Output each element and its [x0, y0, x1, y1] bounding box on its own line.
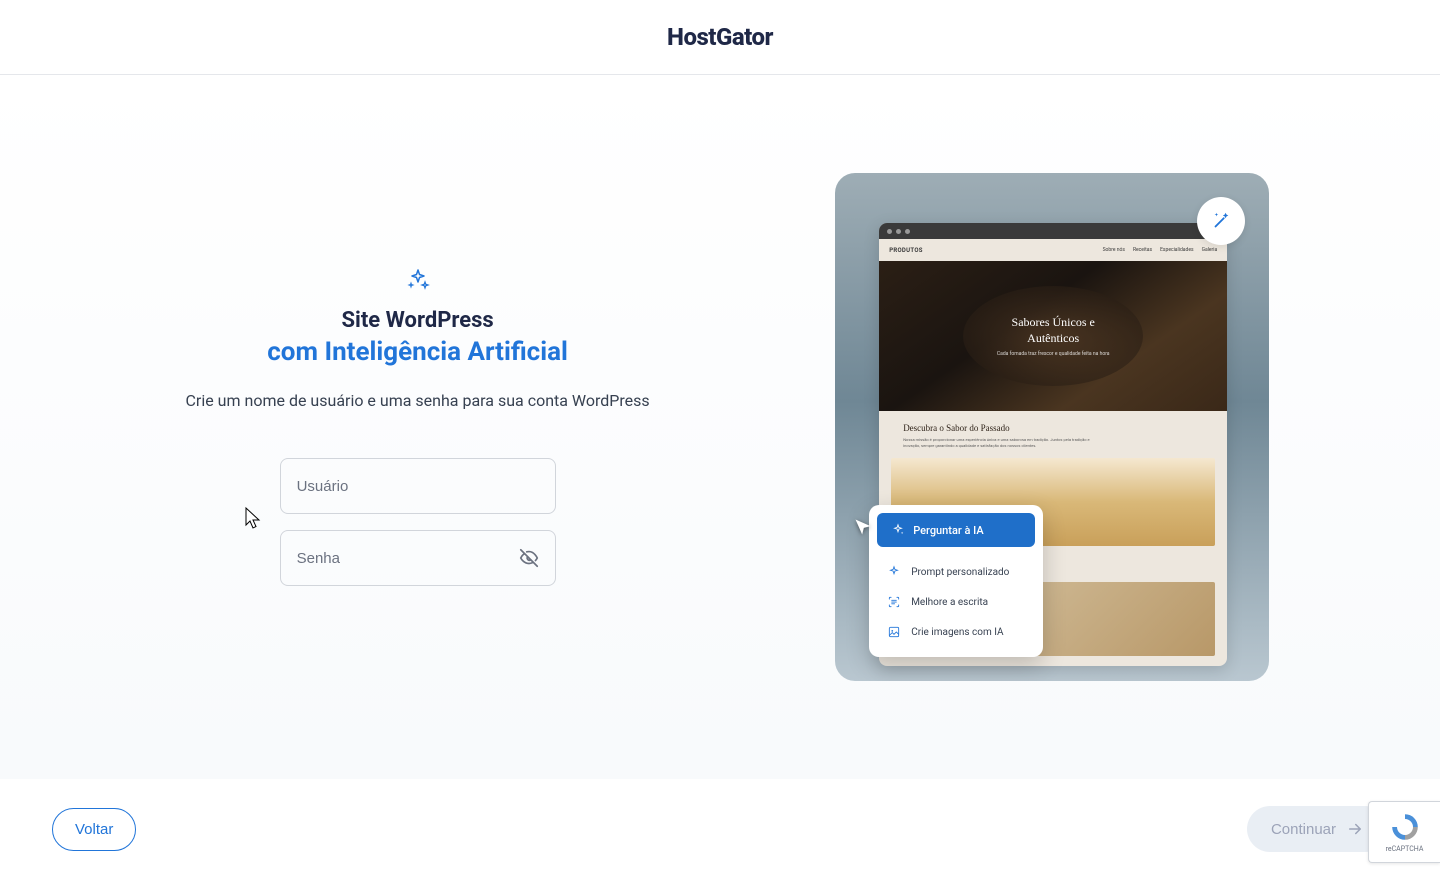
hero-title: Sabores Únicos e Autênticos [1012, 315, 1095, 346]
nav-item: Especialidades [1160, 247, 1193, 253]
continue-label: Continuar [1271, 821, 1336, 838]
ai-popup-item-label: Prompt personalizado [911, 567, 1009, 578]
arrow-right-icon [1346, 820, 1364, 838]
main: Site WordPress com Inteligência Artifici… [0, 75, 1440, 779]
content-title: Descubra o Sabor do Passado [903, 423, 1203, 433]
sparkle-icon [887, 565, 901, 579]
nav-item: Galeria [1202, 247, 1218, 253]
browser-titlebar [879, 223, 1227, 239]
site-nav: PRODUTOS Sobre nós Receitas Especialidad… [879, 239, 1227, 261]
hero-section: Sabores Únicos e Autênticos Cada fornada… [879, 261, 1227, 411]
logo: HostGator [667, 23, 773, 51]
preview-column: PRODUTOS Sobre nós Receitas Especialidad… [835, 75, 1440, 779]
ai-badge [1197, 197, 1245, 245]
credentials-form [280, 458, 556, 586]
recaptcha-icon [1389, 811, 1421, 843]
nav-item: Sobre nós [1103, 247, 1125, 253]
cursor-arrow-icon [853, 517, 873, 541]
ai-popup-header[interactable]: Perguntar à IA [877, 513, 1035, 547]
ai-popup-list: Prompt personalizado Melhore a escrita [869, 553, 1043, 657]
content-section-1: Descubra o Sabor do Passado Nossa missão… [879, 411, 1227, 458]
content-text: Nossa missão é proporcionar uma experiên… [903, 437, 1093, 450]
preview-card: PRODUTOS Sobre nós Receitas Especialidad… [835, 173, 1269, 681]
recaptcha-badge[interactable]: reCAPTCHA [1368, 801, 1440, 863]
image-sparkle-icon [887, 625, 901, 639]
password-wrap [280, 530, 556, 586]
site-nav-items: Sobre nós Receitas Especialidades Galeri… [1103, 247, 1218, 253]
magic-wand-icon [1210, 210, 1232, 232]
ai-popup-item-label: Crie imagens com IA [911, 627, 1003, 638]
form-column: Site WordPress com Inteligência Artifici… [0, 75, 835, 779]
ai-popup-item-images[interactable]: Crie imagens com IA [869, 617, 1043, 647]
ai-popup-item-improve[interactable]: Melhore a escrita [869, 587, 1043, 617]
title-line-1: Site WordPress [341, 308, 493, 333]
ai-popup-header-label: Perguntar à IA [913, 524, 984, 537]
window-dot [905, 229, 910, 234]
ai-popup-item-prompt[interactable]: Prompt personalizado [869, 557, 1043, 587]
recaptcha-label: reCAPTCHA [1386, 845, 1424, 853]
window-dot [896, 229, 901, 234]
subtitle: Crie um nome de usuário e uma senha para… [186, 391, 650, 410]
ai-popup: Perguntar à IA Prompt personalizado Melh… [869, 505, 1043, 657]
eye-off-icon [518, 547, 540, 569]
continue-button[interactable]: Continuar [1247, 806, 1388, 852]
sparkle-icon [891, 523, 905, 537]
hero-subtitle: Cada fornada traz frescor e qualidade fe… [997, 351, 1110, 357]
window-dot [887, 229, 892, 234]
username-wrap [280, 458, 556, 514]
sparkle-icon [406, 268, 430, 296]
toggle-password-visibility[interactable] [515, 544, 543, 572]
header: HostGator [0, 0, 1440, 75]
nav-item: Receitas [1133, 247, 1152, 253]
username-input[interactable] [281, 459, 555, 513]
password-input[interactable] [281, 531, 555, 585]
title-line-2: com Inteligência Artificial [267, 337, 568, 367]
back-button[interactable]: Voltar [52, 808, 136, 851]
footer: Voltar Continuar [0, 779, 1440, 879]
scan-text-icon [887, 595, 901, 609]
ai-popup-item-label: Melhore a escrita [911, 597, 988, 608]
site-brand: PRODUTOS [889, 247, 923, 254]
